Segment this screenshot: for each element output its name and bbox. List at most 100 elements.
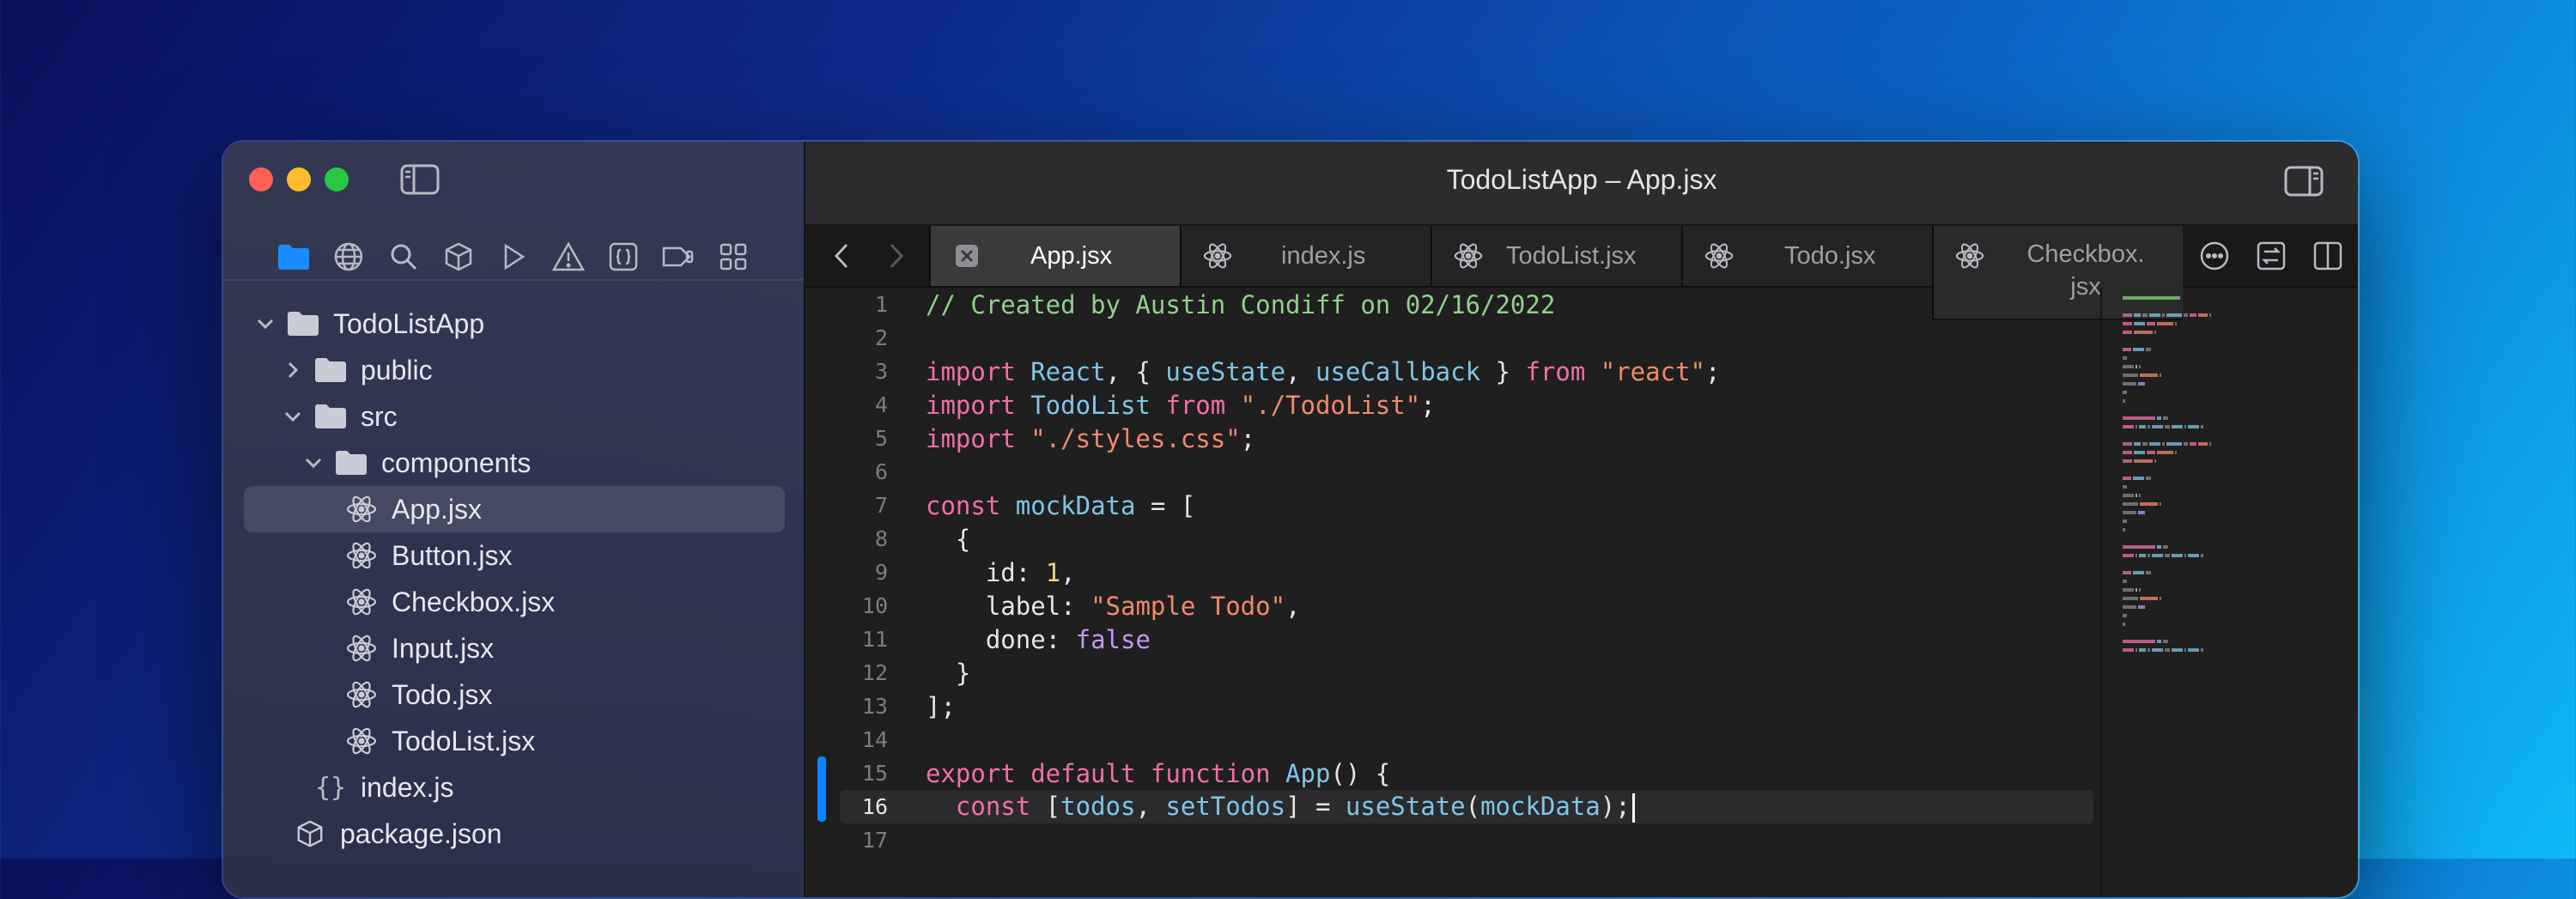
tree-item-todolist-jsx[interactable]: TodoList.jsx xyxy=(244,718,785,764)
minimap-line xyxy=(2123,511,2136,514)
tab-app-jsx[interactable]: App.jsx xyxy=(929,226,1180,286)
folder-icon[interactable] xyxy=(272,235,315,278)
chevron-left-icon xyxy=(834,243,848,269)
minimap-line xyxy=(2134,459,2153,463)
tree-item-todo-jsx[interactable]: Todo.jsx xyxy=(244,671,785,718)
tree-item-src[interactable]: src xyxy=(244,393,785,440)
code-line[interactable]: 10 label: "Sample Todo", xyxy=(805,589,2093,623)
close-icon[interactable] xyxy=(950,239,984,273)
react-icon xyxy=(343,723,380,759)
code-line[interactable]: 4 import TodoList from "./TodoList"; xyxy=(805,388,2093,422)
tree-item-index-js[interactable]: {} index.js xyxy=(244,764,785,811)
minimap-line xyxy=(2148,648,2150,652)
tab-todo-jsx[interactable]: Todo.jsx xyxy=(1681,226,1932,286)
split-editor-icon[interactable] xyxy=(2310,238,2346,274)
code-line[interactable]: 6 xyxy=(805,455,2093,489)
minimap-line xyxy=(2139,648,2146,652)
code-line[interactable]: 16 const [todos, setTodos] = useState(mo… xyxy=(840,790,2093,823)
code-line[interactable]: 13]; xyxy=(805,689,2093,723)
minimap-line xyxy=(2123,494,2134,497)
minimap[interactable] xyxy=(2123,296,2346,657)
tree-item-label: TodoListApp xyxy=(333,307,485,339)
code-line[interactable]: 17 xyxy=(805,823,2093,857)
text-cursor xyxy=(1631,793,1635,823)
compare-changes-icon[interactable] xyxy=(2253,238,2289,274)
minimap-line xyxy=(2148,425,2150,428)
sidebar-toggle-icon[interactable] xyxy=(400,164,440,195)
chevron-right-icon[interactable] xyxy=(280,357,306,383)
code-token: from xyxy=(1525,356,1601,386)
minimap-line xyxy=(2147,322,2155,325)
code-token: false xyxy=(1075,624,1151,654)
code-line[interactable]: 3 import React, { useState, useCallback }… xyxy=(805,355,2093,388)
tree-item-app-jsx[interactable]: App.jsx xyxy=(244,486,785,532)
navigator-divider xyxy=(223,279,804,281)
more-options-icon[interactable] xyxy=(2196,238,2233,274)
minimap-line xyxy=(2160,502,2161,506)
code-line[interactable]: 11 done: false xyxy=(805,623,2093,656)
warning-icon[interactable] xyxy=(547,235,590,278)
tag-icon[interactable] xyxy=(657,235,700,278)
inspector-toggle-icon[interactable] xyxy=(2284,166,2324,197)
minimap-line xyxy=(2175,451,2177,454)
minimize-window-button[interactable] xyxy=(287,167,311,191)
code-token: { xyxy=(926,524,971,554)
close-window-button[interactable] xyxy=(249,167,273,191)
minimap-line xyxy=(2123,442,2132,446)
tree-item-components[interactable]: components xyxy=(244,440,785,486)
code-line[interactable]: 2 xyxy=(805,321,2093,355)
minimap-line xyxy=(2139,554,2146,557)
minimap-line xyxy=(2123,477,2131,480)
minimap-line xyxy=(2123,614,2127,617)
chevron-down-icon[interactable] xyxy=(301,450,326,476)
tab-todolist-jsx[interactable]: TodoList.jsx xyxy=(1431,226,1681,286)
tree-item-input-jsx[interactable]: Input.jsx xyxy=(244,625,785,671)
chevron-down-icon[interactable] xyxy=(252,311,278,337)
code-token: , { xyxy=(1105,356,1166,386)
search-icon[interactable] xyxy=(382,235,425,278)
tab-bar: App.jsx index.js TodoList.jsx Todo.jsx C… xyxy=(805,226,2358,320)
line-source: import React, { useState, useCallback } … xyxy=(926,357,1720,386)
react-icon xyxy=(1451,239,1485,273)
minimap-line xyxy=(2172,425,2183,428)
minimap-line xyxy=(2123,416,2155,420)
code-line[interactable]: 9 id: 1, xyxy=(805,556,2093,589)
code-token: from xyxy=(1150,390,1241,420)
code-line[interactable]: 14 xyxy=(805,723,2093,756)
code-editor[interactable]: 1 // Created by Austin Condiff on 02/16/2… xyxy=(805,288,2093,857)
minimap-line xyxy=(2136,365,2137,368)
minimap-line xyxy=(2123,348,2131,351)
minimap-line xyxy=(2138,382,2145,386)
grid-icon[interactable] xyxy=(712,235,755,278)
tree-item-package-json[interactable]: package.json xyxy=(244,811,785,857)
code-line[interactable]: 7 const mockData = [ xyxy=(805,489,2093,522)
tab-label: App.jsx xyxy=(1030,242,1113,270)
minimap-line xyxy=(2136,648,2137,652)
code-token: "react" xyxy=(1600,356,1705,386)
chevron-down-icon[interactable] xyxy=(280,404,306,429)
code-line[interactable]: 15 export default function App() { xyxy=(805,756,2093,790)
minimap-line xyxy=(2140,597,2158,600)
globe-icon[interactable] xyxy=(327,235,370,278)
minimap-line xyxy=(2123,425,2134,428)
braces-icon[interactable] xyxy=(602,235,645,278)
tab-index-js[interactable]: index.js xyxy=(1180,226,1431,286)
minimap-line xyxy=(2157,322,2173,325)
cube-icon[interactable] xyxy=(437,235,480,278)
code-line[interactable]: 12 } xyxy=(805,656,2093,689)
forward-button[interactable] xyxy=(871,226,922,286)
code-line[interactable]: 5 import "./styles.css"; xyxy=(805,422,2093,455)
line-source: const mockData = [ xyxy=(926,491,1195,520)
tree-item-checkbox-jsx[interactable]: Checkbox.jsx xyxy=(244,579,785,625)
code-line[interactable]: 1 // Created by Austin Condiff on 02/16/2… xyxy=(805,288,2093,321)
play-icon[interactable] xyxy=(492,235,535,278)
zoom-window-button[interactable] xyxy=(325,167,349,191)
minimap-line xyxy=(2162,313,2165,317)
tree-item-todolistapp[interactable]: TodoListApp xyxy=(244,301,785,347)
tree-item-button-jsx[interactable]: Button.jsx xyxy=(244,532,785,579)
line-source: done: false xyxy=(926,625,1151,654)
code-line[interactable]: 8 { xyxy=(805,522,2093,556)
minimap-line xyxy=(2136,554,2137,557)
back-button[interactable] xyxy=(816,226,867,286)
tree-item-public[interactable]: public xyxy=(244,347,785,393)
